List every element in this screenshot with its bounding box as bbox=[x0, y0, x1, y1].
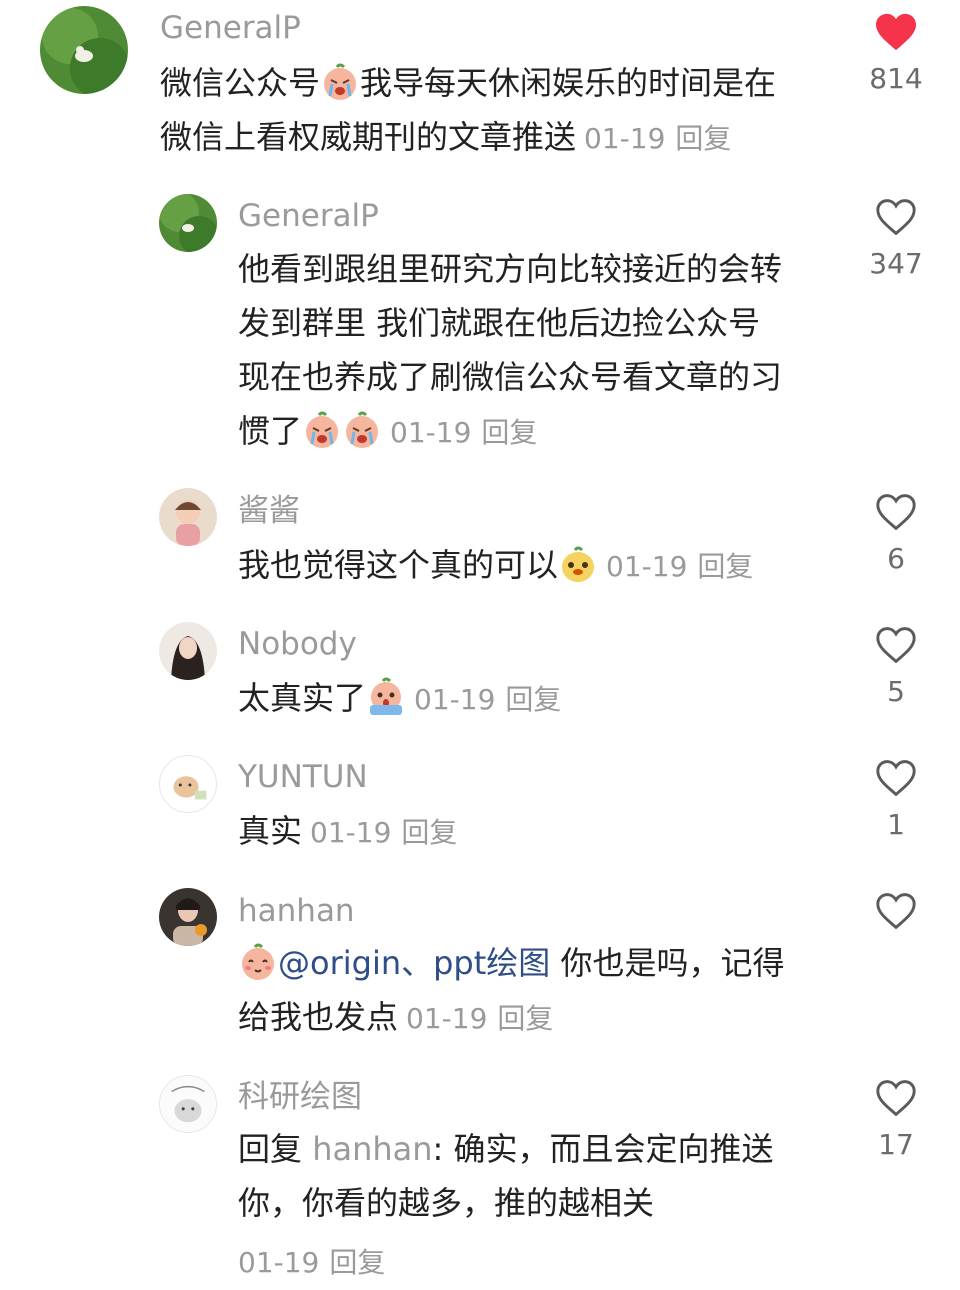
like-count: 6 bbox=[887, 542, 905, 575]
heart-outline-icon bbox=[876, 494, 916, 531]
comment-meta: 01-19 回复 bbox=[238, 1246, 385, 1279]
heart-outline-icon bbox=[876, 627, 916, 664]
crying-emoji-icon bbox=[320, 62, 360, 102]
comment-text: 回复 hanhan: 确实，而且会定向推送 你，你看的越多，推的越相关 01-1… bbox=[238, 1130, 774, 1279]
comment-text: 太真实了 01-19 回复 bbox=[238, 677, 562, 717]
crying-emoji-icon bbox=[342, 410, 382, 450]
mention-link[interactable]: @origin、ppt绘图 bbox=[278, 944, 550, 982]
comment-meta: 01-19 回复 bbox=[414, 683, 561, 716]
shocked-emoji-icon bbox=[366, 677, 406, 717]
like-count: 347 bbox=[869, 247, 923, 280]
reply-button[interactable]: 回复 bbox=[697, 550, 753, 583]
username[interactable]: hanhan bbox=[238, 891, 355, 931]
username[interactable]: 科研绘图 bbox=[238, 1077, 362, 1117]
avatar[interactable] bbox=[159, 755, 217, 813]
comment-meta: 01-19 回复 bbox=[310, 816, 457, 849]
reply-button[interactable]: 回复 bbox=[481, 416, 537, 449]
avatar[interactable] bbox=[40, 6, 128, 94]
avatar[interactable] bbox=[159, 888, 217, 946]
avatar[interactable] bbox=[159, 1075, 217, 1133]
comment-date: 01-19 bbox=[414, 683, 496, 716]
reply-button[interactable]: 回复 bbox=[329, 1246, 385, 1279]
comment-meta: 01-19 回复 bbox=[406, 1002, 553, 1035]
like-button[interactable]: 347 bbox=[856, 197, 936, 281]
avatar[interactable] bbox=[159, 622, 217, 680]
reply-button[interactable]: 回复 bbox=[505, 683, 561, 716]
comment-meta: 01-19 回复 bbox=[606, 550, 753, 583]
comment-date: 01-19 bbox=[406, 1002, 488, 1035]
comment-date: 01-19 bbox=[310, 816, 392, 849]
username[interactable]: YUNTUN bbox=[238, 757, 368, 797]
comment-date: 01-19 bbox=[606, 550, 688, 583]
heart-outline-icon bbox=[876, 760, 916, 797]
comment-meta: 01-19 回复 bbox=[584, 122, 731, 155]
like-count: 5 bbox=[887, 675, 905, 708]
heart-outline-icon bbox=[876, 893, 916, 930]
heart-outline-icon bbox=[876, 199, 916, 236]
comment-date: 01-19 bbox=[238, 1246, 320, 1279]
username[interactable]: Nobody bbox=[238, 624, 357, 664]
like-button[interactable]: 17 bbox=[856, 1078, 936, 1162]
like-count: 1 bbox=[887, 808, 905, 841]
like-button[interactable]: 814 bbox=[856, 12, 936, 96]
comment-date: 01-19 bbox=[584, 122, 666, 155]
comment-text: 他看到跟组里研究方向比较接近的会转 发到群里 我们就跟在他后边捡公众号 现在也养… bbox=[238, 250, 783, 450]
heart-outline-icon bbox=[876, 1080, 916, 1117]
comment-date: 01-19 bbox=[390, 416, 472, 449]
like-button[interactable]: 1 bbox=[856, 758, 936, 842]
like-count: 814 bbox=[869, 62, 923, 95]
smile-emoji-icon bbox=[558, 544, 598, 584]
username[interactable]: GeneralP bbox=[238, 196, 379, 236]
reply-button[interactable]: 回复 bbox=[497, 1002, 553, 1035]
comment-text: 真实 01-19 回复 bbox=[238, 812, 458, 850]
avatar[interactable] bbox=[159, 194, 217, 252]
reply-to-username[interactable]: hanhan bbox=[312, 1130, 432, 1168]
comment-meta: 01-19 回复 bbox=[390, 416, 537, 449]
comment-text: 微信公众号 我导每天休闲娱乐的时间是在 微信上看权威期刊的文章推送 01-19 回复 bbox=[160, 62, 777, 156]
like-count: 17 bbox=[878, 1128, 914, 1161]
like-button[interactable]: 5 bbox=[856, 625, 936, 709]
username[interactable]: GeneralP bbox=[160, 8, 301, 48]
heart-filled-icon bbox=[876, 13, 916, 51]
reply-button[interactable]: 回复 bbox=[675, 122, 731, 155]
like-button[interactable] bbox=[856, 891, 936, 941]
avatar[interactable] bbox=[159, 488, 217, 546]
comment-text: @origin、ppt绘图 你也是吗，记得 给我也发点 01-19 回复 bbox=[238, 942, 785, 1036]
crying-emoji-icon bbox=[302, 410, 342, 450]
like-button[interactable]: 6 bbox=[856, 492, 936, 576]
blush-emoji-icon bbox=[238, 942, 278, 982]
comment-text: 我也觉得这个真的可以 01-19 回复 bbox=[238, 544, 754, 584]
username[interactable]: 酱酱 bbox=[238, 491, 300, 531]
reply-button[interactable]: 回复 bbox=[401, 816, 457, 849]
